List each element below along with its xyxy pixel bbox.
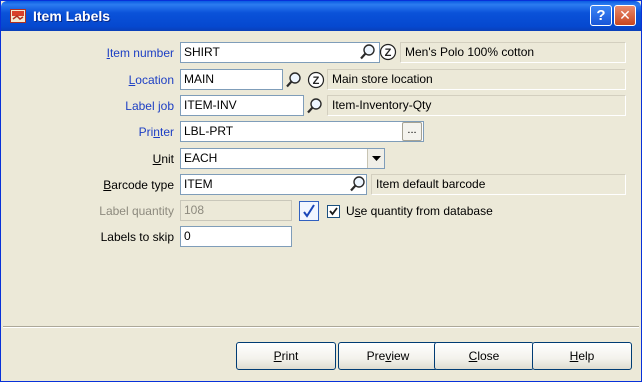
label-job-input[interactable]: ITEM-INV <box>180 95 304 116</box>
item-description: Men's Polo 100% cotton <box>400 42 626 63</box>
location-description: Main store location <box>327 69 626 90</box>
label-text: U <box>346 204 355 218</box>
zoom-z-icon[interactable]: Z <box>379 43 397 61</box>
item-number-label: Item number <box>61 44 174 62</box>
label-text: nit <box>161 152 174 166</box>
location-input[interactable]: MAIN <box>180 69 283 90</box>
button-accel: P <box>273 349 282 363</box>
preview-button[interactable]: Preview <box>338 342 438 370</box>
item-labels-dialog: Item Labels ? ✕ Item number SHIRT Z Men'… <box>0 0 642 382</box>
title-close-button[interactable]: ✕ <box>614 5 636 26</box>
window-title: Item Labels <box>33 8 111 24</box>
print-button[interactable]: Print <box>236 342 336 370</box>
help-button[interactable]: Help <box>532 342 632 370</box>
button-text: rint <box>281 349 299 363</box>
label-text: Pri <box>138 125 154 139</box>
printer-label: Printer <box>61 123 174 141</box>
footer-divider <box>3 326 639 328</box>
label-job-label: Label job <box>61 97 174 115</box>
unit-label: Unit <box>61 150 174 168</box>
use-quantity-checkbox[interactable] <box>327 205 340 218</box>
close-button[interactable]: Close <box>434 342 534 370</box>
title-bar[interactable]: Item Labels ? ✕ <box>1 1 641 31</box>
label-text: ob <box>160 99 174 113</box>
unit-select[interactable]: EACH <box>180 148 385 169</box>
title-help-button[interactable]: ? <box>590 5 612 26</box>
label-text: ter <box>159 125 174 139</box>
svg-text:Z: Z <box>385 47 392 59</box>
label-accel: U <box>152 152 162 166</box>
barcode-description: Item default barcode <box>371 174 626 195</box>
button-text: elp <box>578 349 595 363</box>
edit-pencil-icon[interactable] <box>299 201 319 221</box>
barcode-type-input[interactable]: ITEM <box>180 174 367 195</box>
svg-text:Z: Z <box>313 75 320 87</box>
magnifier-icon[interactable] <box>285 71 303 89</box>
label-accel: n <box>153 125 160 139</box>
button-text: Pre <box>366 349 386 363</box>
label-text: arcode type <box>111 178 174 192</box>
label-text: tem number <box>109 46 174 60</box>
label-job-description: Item-Inventory-Qty <box>327 95 626 116</box>
magnifier-icon[interactable] <box>359 43 377 61</box>
barcode-type-label: Barcode type <box>61 176 174 194</box>
labels-to-skip-input[interactable]: 0 <box>180 226 292 247</box>
labels-app-icon <box>10 8 26 24</box>
zoom-z-icon[interactable]: Z <box>307 71 325 89</box>
printer-input[interactable]: LBL-PRT <box>180 121 424 142</box>
button-text: lose <box>477 349 500 363</box>
use-quantity-label: Use quantity from database <box>346 202 493 220</box>
magnifier-icon[interactable] <box>306 97 324 115</box>
label-quantity-label: Label quantity <box>99 204 174 218</box>
item-number-input[interactable]: SHIRT <box>180 42 380 63</box>
chevron-down-icon[interactable] <box>367 149 384 168</box>
label-text: e quantity from database <box>360 204 493 218</box>
button-text: iew <box>391 349 410 363</box>
labels-to-skip-label: Labels to skip <box>100 230 174 244</box>
label-text: Label <box>125 99 158 113</box>
printer-browse-button[interactable]: ... <box>402 122 422 141</box>
magnifier-icon[interactable] <box>349 175 367 193</box>
label-quantity-input[interactable]: 108 <box>180 200 292 221</box>
label-text: ocation <box>135 73 174 87</box>
location-label: Location <box>61 71 174 89</box>
